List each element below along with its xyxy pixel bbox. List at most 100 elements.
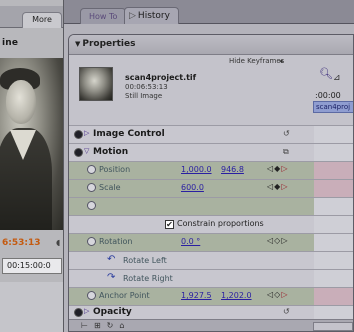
monitor-controls-area	[0, 282, 63, 332]
constrain-proportions-checkbox[interactable]: ✔ Constrain proportions	[165, 219, 264, 229]
stopwatch-icon[interactable]	[87, 237, 96, 246]
position-y-value[interactable]: 946.8	[221, 165, 244, 174]
rotation-label: Rotation	[99, 237, 133, 246]
properties-title[interactable]: ▼ Properties	[75, 39, 135, 49]
collapse-triangle-icon[interactable]: ▽	[84, 147, 89, 155]
scale-row: Scale 600.0 ◁◆▷	[69, 179, 314, 197]
zoom-magnifier-icon[interactable]: 🔍︎	[319, 67, 333, 80]
keyframe-lane	[314, 161, 353, 179]
keyframe-lane	[314, 251, 353, 269]
rotate-right-label[interactable]: Rotate Right	[123, 274, 173, 283]
rotation-row: Rotation 0.0 ° ◁◇▷	[69, 233, 314, 251]
settings-icon[interactable]: ⧉	[283, 147, 289, 157]
stopwatch-icon[interactable]	[87, 183, 96, 192]
next-keyframe-icon[interactable]: ▷	[281, 164, 288, 173]
timeline-timecode: :00:00	[315, 91, 341, 100]
reset-icon[interactable]: ↺	[283, 129, 290, 138]
next-keyframe-icon[interactable]: ▷	[281, 290, 288, 299]
keyframe-lane	[314, 269, 353, 287]
properties-bottom-bar: ⊢⊞↻⌂	[69, 319, 353, 331]
opacity-row[interactable]: ▷ Opacity ↺	[69, 305, 314, 319]
clip-duration: 00:06:53:13	[125, 83, 168, 91]
keyframe-lane	[314, 215, 353, 233]
program-monitor-panel: More ine 6:53:13 ◖ 00:15:00:0	[0, 0, 64, 332]
properties-title-label: Properties	[82, 39, 136, 49]
anchor-point-label: Anchor Point	[99, 291, 150, 300]
keyframe-navigator[interactable]: ◁◆▷	[267, 164, 288, 173]
rotation-value[interactable]: 0.0 °	[181, 237, 200, 246]
tab-history[interactable]: ▷ History	[124, 7, 179, 24]
keyframe-navigator[interactable]: ◁◇▷	[267, 236, 288, 245]
trash-icon[interactable]: ⌂	[119, 321, 130, 330]
monitor-preview-image	[0, 58, 63, 230]
scale-label: Scale	[99, 183, 121, 192]
keyframe-lane	[314, 143, 353, 161]
keyframe-lane	[314, 305, 353, 319]
stopwatch-icon[interactable]	[87, 201, 96, 210]
keyframe-lane	[314, 125, 353, 143]
position-label: Position	[99, 165, 131, 174]
timeline-clip-label: scan4proj	[316, 103, 351, 111]
anchor-point-row: Anchor Point 1,927.5 1,202.0 ◁◇▷	[69, 287, 314, 305]
timeline-zoom-scrollbar[interactable]	[313, 322, 353, 331]
eye-toggle-icon[interactable]	[74, 148, 83, 157]
stopwatch-icon[interactable]	[87, 165, 96, 174]
reset-icon[interactable]: ↺	[283, 307, 290, 316]
keyframe-lane	[314, 287, 353, 305]
main-panel: How To ▷ History ▼ Properties Hide Keyfram…	[64, 0, 354, 332]
expand-triangle-icon[interactable]: ▷	[84, 129, 89, 137]
monitor-timecode[interactable]: 6:53:13	[2, 238, 41, 248]
stopwatch-icon[interactable]	[87, 291, 96, 300]
loop-icon[interactable]: ⊞	[94, 321, 107, 330]
rotate-left-label[interactable]: Rotate Left	[123, 256, 167, 265]
timecode-menu-icon[interactable]: ◖	[56, 238, 60, 247]
eye-toggle-icon[interactable]	[74, 130, 83, 139]
position-row: Position 1,000.0 946.8 ◁◆▷	[69, 161, 314, 179]
photo-face	[6, 80, 36, 124]
eye-toggle-icon[interactable]	[74, 308, 83, 317]
palette-tab-bar: How To ▷ History	[64, 0, 354, 24]
tab-history-label: History	[137, 11, 170, 21]
monitor-clip-name: ine	[2, 38, 19, 48]
checkbox-checked-icon[interactable]: ✔	[165, 220, 174, 229]
keyframe-navigator[interactable]: ◁◆▷	[267, 182, 288, 191]
next-keyframe-icon[interactable]: ▷	[281, 236, 288, 245]
anchor-x-value[interactable]: 1,927.5	[181, 291, 212, 300]
rotate-right-icon[interactable]: ↷	[107, 273, 115, 283]
rotate-left-icon[interactable]: ↶	[107, 255, 115, 265]
hide-keyframes-label[interactable]: Hide Keyframes	[229, 57, 284, 65]
image-control-row[interactable]: ▷ Image Control ↺	[69, 125, 314, 143]
more-tab[interactable]: More	[22, 12, 62, 28]
keyframe-navigator[interactable]: ◁◇▷	[267, 290, 288, 299]
rotate-right-row[interactable]: ↷ Rotate Right	[69, 269, 314, 287]
properties-titlebar: ▼ Properties	[69, 35, 353, 55]
anchor-y-value[interactable]: 1,202.0	[221, 291, 252, 300]
bottom-toolbar-icons[interactable]: ⊢⊞↻⌂	[81, 321, 130, 330]
monitor-tab-bar: More	[0, 6, 63, 28]
keyframe-lane	[314, 179, 353, 197]
motion-row[interactable]: ▽ Motion ⧉	[69, 143, 314, 161]
scale-value[interactable]: 600.0	[181, 183, 204, 192]
next-keyframe-icon[interactable]: ▷	[281, 182, 288, 191]
clip-thumbnail	[79, 67, 113, 101]
constrain-proportions-label: Constrain proportions	[177, 219, 264, 228]
monitor-duration-field[interactable]: 00:15:00:0	[2, 258, 62, 274]
render-icon[interactable]: ⊢	[81, 321, 94, 330]
tab-how-to[interactable]: How To	[80, 8, 127, 24]
motion-label: Motion	[93, 147, 129, 157]
keyframe-lane	[314, 233, 353, 251]
scale-width-row	[69, 197, 314, 215]
collapse-triangle-icon: ▼	[75, 40, 81, 48]
properties-window: ▼ Properties Hide Keyframes ◂ scan4projec…	[68, 34, 354, 332]
constrain-row: ✔ Constrain proportions	[69, 215, 314, 233]
refresh-icon[interactable]: ↻	[107, 321, 120, 330]
rotate-left-row[interactable]: ↶ Rotate Left	[69, 251, 314, 269]
hide-keyframes-icon[interactable]: ◂	[279, 57, 283, 65]
clip-filename: scan4project.tif	[125, 73, 197, 82]
keyframe-lane	[314, 197, 353, 215]
tab-separator-icon: ▷	[129, 11, 136, 21]
position-x-value[interactable]: 1,000.0	[181, 165, 212, 174]
expand-triangle-icon[interactable]: ▷	[84, 307, 89, 315]
image-control-label: Image Control	[93, 129, 165, 139]
zoom-slider-icon[interactable]: ⊿	[333, 73, 341, 83]
